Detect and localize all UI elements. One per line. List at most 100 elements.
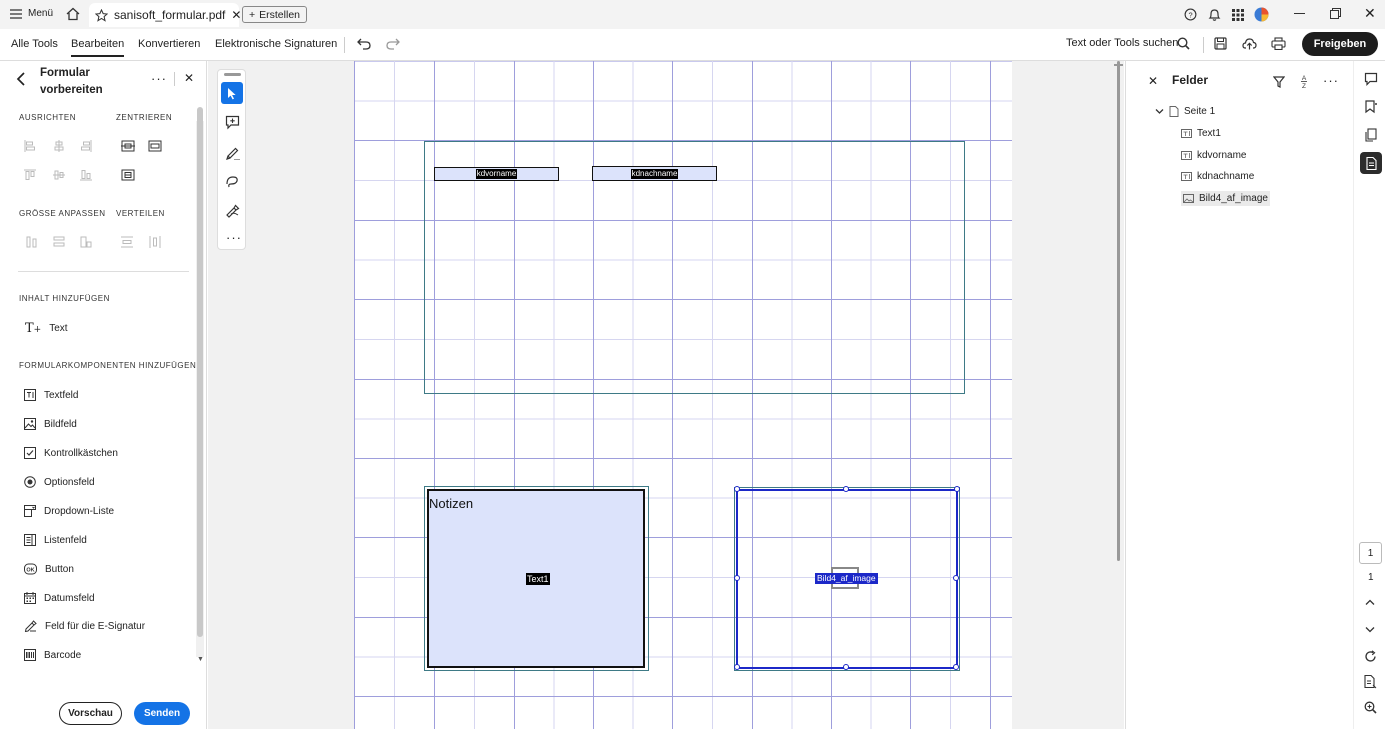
menu-esign[interactable]: Elektronische Signaturen [215,38,337,50]
page-number-input[interactable]: 1 [1359,542,1382,564]
align-middle-icon[interactable] [53,169,65,181]
apps-grid-icon[interactable] [1232,9,1244,21]
form-field-kdvorname[interactable]: kdvorname [434,167,559,181]
bookmark-icon[interactable] [1364,100,1378,114]
restore-icon[interactable] [1330,8,1341,19]
component-listbox[interactable]: Listenfeld [24,534,87,546]
toolbar-drag-handle[interactable] [224,73,241,76]
component-button[interactable]: OK Button [24,563,74,575]
highlight-pen-icon[interactable] [225,145,240,160]
menu-edit[interactable]: Bearbeiten [71,38,125,57]
filter-icon[interactable] [1273,76,1285,88]
more-options-icon[interactable]: ··· [151,71,167,86]
save-icon[interactable] [1214,37,1227,50]
component-dropdown[interactable]: Dropdown-Liste [24,505,114,517]
match-size-icon[interactable] [80,236,92,248]
menu-divider [1203,37,1204,53]
resize-handle[interactable] [843,664,849,670]
home-icon[interactable] [66,7,80,21]
resize-handle[interactable] [953,664,959,670]
pdf-page[interactable]: kdvorname kdnachname Notizen Text1 Bild4… [354,61,1012,729]
select-tool-button[interactable] [221,82,243,104]
fields-more-icon[interactable]: ··· [1323,73,1339,88]
distribute-horizontal-icon[interactable] [149,236,161,248]
rotate-refresh-icon[interactable] [1364,650,1377,663]
redo-icon[interactable] [386,38,400,50]
tree-field-kdnachname[interactable]: kdnachname [1181,171,1254,182]
resize-handle[interactable] [734,575,740,581]
component-barcode[interactable]: Barcode [24,649,81,661]
copy-pages-icon[interactable] [1364,128,1378,142]
align-center-horizontal-icon[interactable] [53,140,65,152]
align-top-icon[interactable] [24,169,36,181]
menu-button[interactable]: Menü [10,8,53,19]
help-icon[interactable]: ? [1184,8,1197,21]
component-date-field[interactable]: Datumsfeld [24,592,95,604]
chevron-down-icon[interactable] [1155,108,1164,115]
close-fields-panel-icon[interactable]: ✕ [1148,74,1158,88]
menu-convert[interactable]: Konvertieren [138,38,200,50]
cloud-upload-icon[interactable] [1242,37,1257,50]
page-down-icon[interactable] [1365,626,1375,633]
panel-scrollbar-thumb[interactable] [197,107,203,637]
document-scrollbar[interactable] [1117,61,1120,561]
tree-node-page1[interactable]: Seite 1 [1155,106,1215,117]
component-checkbox[interactable]: Kontrollkästchen [24,447,118,459]
center-horizontal-icon[interactable] [121,140,135,152]
more-tools-icon[interactable]: ··· [226,230,242,245]
match-height-icon[interactable] [53,236,65,248]
resize-handle[interactable] [954,486,960,492]
minimize-icon[interactable] [1294,13,1305,14]
tree-field-kdvorname[interactable]: kdvorname [1181,150,1246,161]
draw-freehand-icon[interactable] [225,174,240,189]
share-button[interactable]: Freigeben [1302,32,1378,56]
form-fields-tool-button[interactable] [1360,152,1382,174]
star-icon[interactable] [95,8,108,22]
document-tab[interactable]: sanisoft_formular.pdf ✕ [89,3,241,27]
page-up-icon[interactable] [1365,599,1375,606]
close-tab-icon[interactable]: ✕ [231,8,241,22]
form-field-kdnachname[interactable]: kdnachname [592,166,717,181]
scroll-down-icon[interactable]: ▼ [197,656,204,663]
undo-icon[interactable] [357,38,371,50]
page-settings-icon[interactable] [1364,675,1377,689]
print-icon[interactable] [1271,37,1286,50]
center-vertical-icon[interactable] [148,140,162,152]
preview-button[interactable]: Vorschau [59,702,122,725]
search-tools-label[interactable]: Text oder Tools suchen [1066,37,1178,49]
align-bottom-icon[interactable] [80,169,92,181]
component-esignature[interactable]: Feld für die E-Signatur [24,620,145,632]
component-image-field[interactable]: Bildfeld [24,418,77,430]
resize-handle[interactable] [734,664,740,670]
align-right-icon[interactable] [80,140,92,152]
zoom-in-icon[interactable] [1364,701,1377,714]
back-arrow-icon[interactable] [16,72,26,86]
comment-icon[interactable] [1364,72,1378,86]
resize-handle[interactable] [843,486,849,492]
add-comment-icon[interactable] [225,115,240,130]
prepare-form-panel: Formular vorbereiten ··· ✕ AUSRICHTEN ZE… [0,61,207,729]
component-radio[interactable]: Optionsfeld [24,476,95,488]
create-button[interactable]: + Erstellen [242,6,307,23]
form-document-icon [1365,156,1377,170]
align-left-icon[interactable] [24,140,36,152]
sort-az-icon[interactable]: AZ [1299,74,1309,89]
close-panel-icon[interactable]: ✕ [184,71,194,85]
bell-icon[interactable] [1208,8,1221,22]
avatar[interactable] [1254,7,1269,22]
search-icon[interactable] [1177,37,1190,50]
close-window-icon[interactable]: ✕ [1364,5,1376,22]
send-button[interactable]: Senden [134,702,190,725]
menu-all-tools[interactable]: Alle Tools [11,38,58,50]
signature-pen-icon[interactable] [225,203,240,218]
center-both-icon[interactable] [121,169,135,181]
match-width-icon[interactable] [26,236,38,248]
image-icon [24,418,36,430]
distribute-vertical-icon[interactable] [121,236,133,248]
add-text-tool[interactable]: T+ Text [25,321,68,336]
tree-field-image-selected[interactable]: Bild4_af_image [1181,191,1270,206]
resize-handle[interactable] [953,575,959,581]
component-text-field[interactable]: Textfeld [24,389,78,401]
resize-handle[interactable] [734,486,740,492]
tree-field-text1[interactable]: Text1 [1181,128,1221,139]
